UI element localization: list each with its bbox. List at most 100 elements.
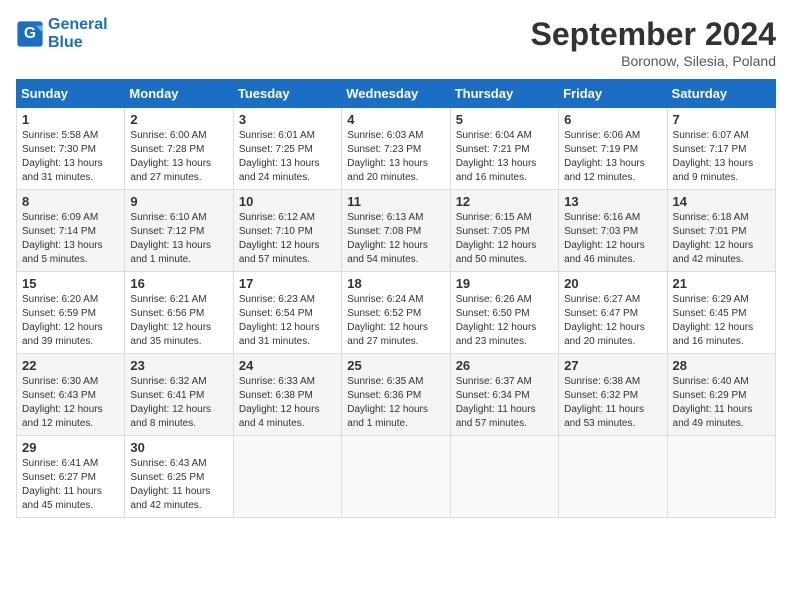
day-info: Sunrise: 6:13 AM — [347, 211, 444, 225]
day-number: 27 — [564, 358, 661, 373]
day-info: Daylight: 12 hours — [22, 403, 119, 417]
day-info: and 23 minutes. — [456, 335, 553, 349]
day-info: and 50 minutes. — [456, 253, 553, 267]
svg-text:G: G — [24, 25, 36, 42]
table-row: 14Sunrise: 6:18 AMSunset: 7:01 PMDayligh… — [667, 190, 775, 272]
day-info: and 39 minutes. — [22, 335, 119, 349]
day-info: Sunrise: 6:01 AM — [239, 129, 336, 143]
day-info: and 31 minutes. — [239, 335, 336, 349]
day-info: Sunset: 6:56 PM — [130, 307, 227, 321]
day-info: Sunrise: 6:21 AM — [130, 293, 227, 307]
calendar-body: 1Sunrise: 5:58 AMSunset: 7:30 PMDaylight… — [17, 108, 776, 518]
day-info: Sunrise: 6:38 AM — [564, 375, 661, 389]
day-number: 12 — [456, 194, 553, 209]
table-row — [450, 436, 558, 518]
day-number: 6 — [564, 112, 661, 127]
day-info: Sunset: 7:10 PM — [239, 225, 336, 239]
location-subtitle: Boronow, Silesia, Poland — [531, 53, 776, 69]
col-tuesday: Tuesday — [233, 80, 341, 108]
day-info: Sunset: 6:29 PM — [673, 389, 770, 403]
day-info: Sunset: 7:01 PM — [673, 225, 770, 239]
table-row: 22Sunrise: 6:30 AMSunset: 6:43 PMDayligh… — [17, 354, 125, 436]
day-info: and 45 minutes. — [22, 499, 119, 513]
day-info: Sunset: 7:25 PM — [239, 143, 336, 157]
day-number: 24 — [239, 358, 336, 373]
day-info: Daylight: 11 hours — [673, 403, 770, 417]
table-row: 19Sunrise: 6:26 AMSunset: 6:50 PMDayligh… — [450, 272, 558, 354]
calendar-week-row: 15Sunrise: 6:20 AMSunset: 6:59 PMDayligh… — [17, 272, 776, 354]
day-info: and 46 minutes. — [564, 253, 661, 267]
day-info: and 57 minutes. — [239, 253, 336, 267]
day-info: Sunset: 6:54 PM — [239, 307, 336, 321]
day-info: Sunrise: 6:27 AM — [564, 293, 661, 307]
day-info: Sunset: 7:23 PM — [347, 143, 444, 157]
day-info: Sunset: 6:52 PM — [347, 307, 444, 321]
day-info: Sunset: 6:50 PM — [456, 307, 553, 321]
day-info: Sunset: 7:14 PM — [22, 225, 119, 239]
table-row: 6Sunrise: 6:06 AMSunset: 7:19 PMDaylight… — [559, 108, 667, 190]
day-info: Sunrise: 6:41 AM — [22, 457, 119, 471]
col-sunday: Sunday — [17, 80, 125, 108]
table-row: 4Sunrise: 6:03 AMSunset: 7:23 PMDaylight… — [342, 108, 450, 190]
day-info: Sunrise: 6:20 AM — [22, 293, 119, 307]
day-info: Sunrise: 6:00 AM — [130, 129, 227, 143]
day-info: and 20 minutes. — [564, 335, 661, 349]
day-info: Daylight: 13 hours — [22, 157, 119, 171]
day-info: and 31 minutes. — [22, 171, 119, 185]
day-info: Daylight: 12 hours — [564, 239, 661, 253]
day-info: Sunrise: 6:40 AM — [673, 375, 770, 389]
day-number: 3 — [239, 112, 336, 127]
col-friday: Friday — [559, 80, 667, 108]
day-number: 19 — [456, 276, 553, 291]
day-info: Daylight: 12 hours — [239, 239, 336, 253]
day-number: 9 — [130, 194, 227, 209]
day-info: Daylight: 13 hours — [673, 157, 770, 171]
day-info: Sunrise: 6:33 AM — [239, 375, 336, 389]
title-area: September 2024 Boronow, Silesia, Poland — [531, 16, 776, 69]
day-number: 13 — [564, 194, 661, 209]
table-row: 16Sunrise: 6:21 AMSunset: 6:56 PMDayligh… — [125, 272, 233, 354]
day-number: 21 — [673, 276, 770, 291]
day-info: Daylight: 12 hours — [456, 239, 553, 253]
day-info: Sunrise: 6:18 AM — [673, 211, 770, 225]
day-number: 22 — [22, 358, 119, 373]
table-row: 17Sunrise: 6:23 AMSunset: 6:54 PMDayligh… — [233, 272, 341, 354]
logo: G General Blue — [16, 16, 108, 52]
day-number: 14 — [673, 194, 770, 209]
table-row: 10Sunrise: 6:12 AMSunset: 7:10 PMDayligh… — [233, 190, 341, 272]
day-number: 5 — [456, 112, 553, 127]
day-info: and 1 minute. — [347, 417, 444, 431]
table-row — [342, 436, 450, 518]
day-info: Daylight: 11 hours — [22, 485, 119, 499]
day-info: Daylight: 12 hours — [347, 321, 444, 335]
day-number: 17 — [239, 276, 336, 291]
day-info: Sunset: 6:36 PM — [347, 389, 444, 403]
day-info: Daylight: 12 hours — [239, 403, 336, 417]
day-number: 4 — [347, 112, 444, 127]
day-number: 11 — [347, 194, 444, 209]
day-info: Sunrise: 6:10 AM — [130, 211, 227, 225]
table-row: 5Sunrise: 6:04 AMSunset: 7:21 PMDaylight… — [450, 108, 558, 190]
day-info: Sunrise: 6:30 AM — [22, 375, 119, 389]
day-number: 26 — [456, 358, 553, 373]
day-info: Sunset: 6:38 PM — [239, 389, 336, 403]
table-row: 21Sunrise: 6:29 AMSunset: 6:45 PMDayligh… — [667, 272, 775, 354]
table-row: 7Sunrise: 6:07 AMSunset: 7:17 PMDaylight… — [667, 108, 775, 190]
day-info: Daylight: 13 hours — [130, 157, 227, 171]
day-info: Sunset: 7:17 PM — [673, 143, 770, 157]
day-info: Daylight: 12 hours — [456, 321, 553, 335]
day-info: Daylight: 11 hours — [564, 403, 661, 417]
day-info: Daylight: 13 hours — [22, 239, 119, 253]
day-info: Sunrise: 6:03 AM — [347, 129, 444, 143]
day-info: Daylight: 13 hours — [456, 157, 553, 171]
table-row: 29Sunrise: 6:41 AMSunset: 6:27 PMDayligh… — [17, 436, 125, 518]
table-row: 30Sunrise: 6:43 AMSunset: 6:25 PMDayligh… — [125, 436, 233, 518]
table-row: 23Sunrise: 6:32 AMSunset: 6:41 PMDayligh… — [125, 354, 233, 436]
table-row: 2Sunrise: 6:00 AMSunset: 7:28 PMDaylight… — [125, 108, 233, 190]
day-info: Daylight: 12 hours — [564, 321, 661, 335]
table-row: 25Sunrise: 6:35 AMSunset: 6:36 PMDayligh… — [342, 354, 450, 436]
table-row — [233, 436, 341, 518]
table-row: 11Sunrise: 6:13 AMSunset: 7:08 PMDayligh… — [342, 190, 450, 272]
day-number: 29 — [22, 440, 119, 455]
table-row: 27Sunrise: 6:38 AMSunset: 6:32 PMDayligh… — [559, 354, 667, 436]
